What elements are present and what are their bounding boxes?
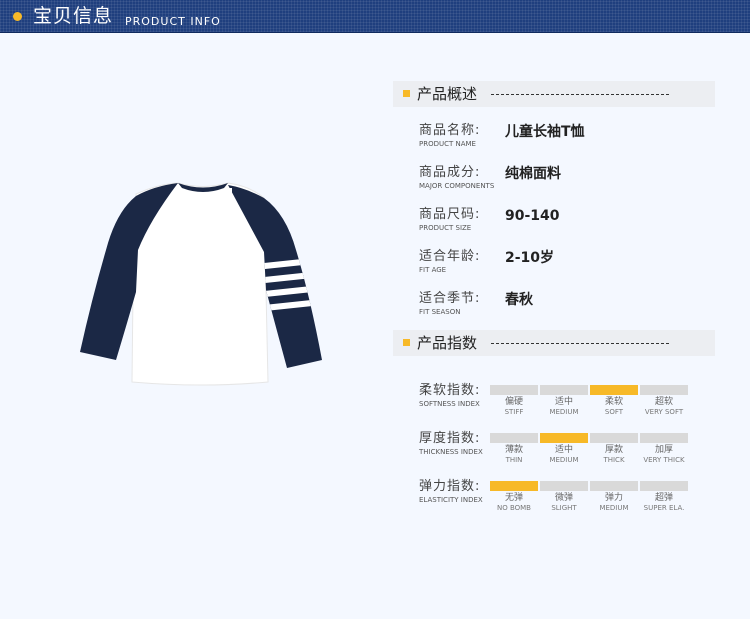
overview-row: 商品尺码: PRODUCT SIZE 90-140 bbox=[419, 207, 719, 239]
overview-label-en: FIT SEASON bbox=[419, 308, 461, 316]
overview-label: 商品成分: bbox=[419, 165, 481, 180]
index-scale: 偏硬 STIFF 适中 MEDIUM 柔软 SOFT 超软 VERY SOFT bbox=[490, 385, 690, 421]
index-label-en: ELASTICITY INDEX bbox=[419, 496, 483, 504]
index-level: 加厚 VERY THICK bbox=[643, 445, 685, 464]
index-segment bbox=[640, 481, 688, 491]
overview-row: 适合年龄: FIT AGE 2-10岁 bbox=[419, 249, 719, 281]
index-level: 无弹 NO BOMB bbox=[496, 493, 531, 512]
index-segment bbox=[540, 433, 588, 443]
overview-label-en: PRODUCT SIZE bbox=[419, 224, 472, 232]
index-segment bbox=[590, 385, 638, 395]
index-scale: 薄款 THIN 适中 MEDIUM 厚款 THICK 加厚 VERY THICK bbox=[490, 433, 690, 469]
index-segment bbox=[640, 385, 688, 395]
index-level: 微弹 SLIGHT bbox=[551, 493, 577, 512]
overview-row: 适合季节: FIT SEASON 春秋 bbox=[419, 291, 719, 323]
overview-bullet-icon bbox=[403, 90, 410, 97]
index-label: 弹力指数: bbox=[419, 479, 481, 494]
index-row-elasticity: 弹力指数: ELASTICITY INDEX 无弹 NO BOMB 微弹 SLIGH… bbox=[419, 479, 719, 519]
index-section-header: 产品指数 bbox=[393, 330, 715, 356]
header-bar: 宝贝信息 PRODUCT INFO bbox=[0, 0, 750, 33]
index-segment bbox=[490, 433, 538, 443]
overview-section-header: 产品概述 bbox=[393, 81, 715, 107]
index-segment bbox=[540, 385, 588, 395]
index-level: 柔软 SOFT bbox=[604, 397, 624, 416]
overview-value: 纯棉面料 bbox=[505, 166, 561, 182]
overview-label: 商品尺码: bbox=[419, 207, 481, 222]
overview-value: 儿童长袖T恤 bbox=[505, 124, 585, 140]
overview-value: 2-10岁 bbox=[505, 250, 555, 266]
index-row-softness: 柔软指数: SOFTNESS INDEX 偏硬 STIFF 适中 MEDIUM 柔软… bbox=[419, 383, 719, 423]
index-segment bbox=[490, 385, 538, 395]
overview-row: 商品名称: PRODUCT NAME 儿童长袖T恤 bbox=[419, 123, 719, 155]
index-level: 适中 MEDIUM bbox=[549, 445, 579, 464]
overview-label-en: MAJOR COMPONENTS bbox=[419, 182, 495, 190]
index-scale: 无弹 NO BOMB 微弹 SLIGHT 弹力 MEDIUM 超弹 SUPER ELA. bbox=[490, 481, 690, 517]
product-image bbox=[80, 182, 322, 386]
index-segment bbox=[490, 481, 538, 491]
overview-value: 春秋 bbox=[505, 292, 533, 308]
overview-dash-divider bbox=[491, 94, 669, 95]
index-level: 超弹 SUPER ELA. bbox=[643, 493, 685, 512]
overview-label: 适合年龄: bbox=[419, 249, 481, 264]
overview-row: 商品成分: MAJOR COMPONENTS 纯棉面料 bbox=[419, 165, 719, 197]
index-segment bbox=[640, 433, 688, 443]
index-level: 偏硬 STIFF bbox=[504, 397, 524, 416]
overview-title: 产品概述 bbox=[417, 85, 478, 103]
index-bullet-icon bbox=[403, 339, 410, 346]
overview-label-en: PRODUCT NAME bbox=[419, 140, 476, 148]
overview-label: 适合季节: bbox=[419, 291, 481, 306]
header-dot-icon bbox=[13, 12, 22, 21]
overview-label: 商品名称: bbox=[419, 123, 481, 138]
index-label-en: SOFTNESS INDEX bbox=[419, 400, 480, 408]
overview-label-en: FIT AGE bbox=[419, 266, 447, 274]
index-label: 柔软指数: bbox=[419, 383, 481, 398]
index-level: 薄款 THIN bbox=[504, 445, 523, 464]
index-segment bbox=[590, 433, 638, 443]
header-subtitle: PRODUCT INFO bbox=[125, 15, 221, 28]
index-segment bbox=[540, 481, 588, 491]
index-label: 厚度指数: bbox=[419, 431, 481, 446]
index-label-en: THICKNESS INDEX bbox=[419, 448, 483, 456]
index-level: 弹力 MEDIUM bbox=[599, 493, 629, 512]
overview-value: 90-140 bbox=[505, 208, 560, 224]
index-segment bbox=[590, 481, 638, 491]
header-title: 宝贝信息 bbox=[33, 5, 114, 27]
index-level: 厚款 THICK bbox=[603, 445, 625, 464]
index-dash-divider bbox=[491, 343, 669, 344]
index-title: 产品指数 bbox=[417, 334, 478, 352]
index-level: 适中 MEDIUM bbox=[549, 397, 579, 416]
index-row-thickness: 厚度指数: THICKNESS INDEX 薄款 THIN 适中 MEDIUM 厚款… bbox=[419, 431, 719, 471]
index-level: 超软 VERY SOFT bbox=[644, 397, 684, 416]
